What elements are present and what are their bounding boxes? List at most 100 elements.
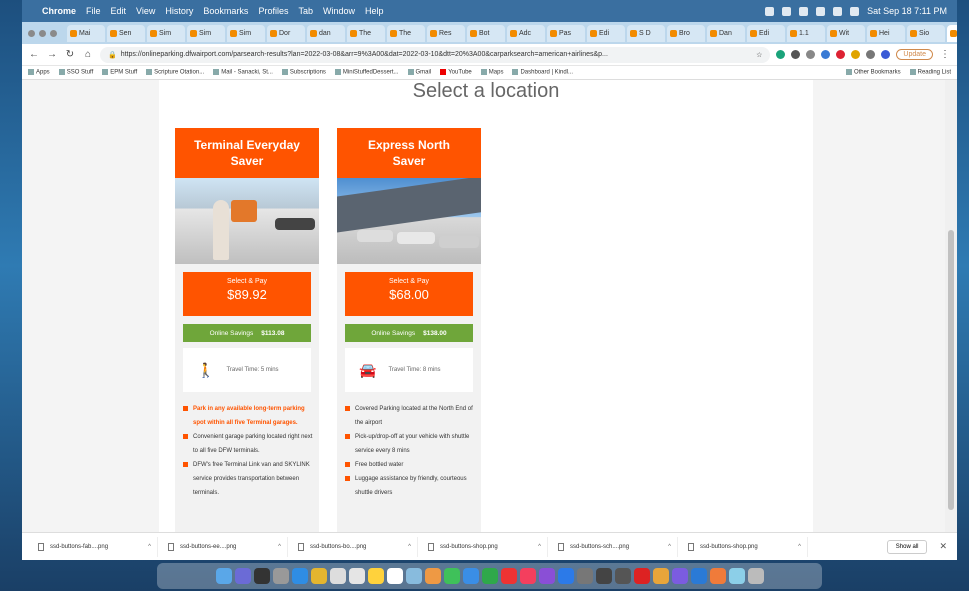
chrome-icon[interactable] <box>310 568 327 584</box>
menubar-item-bookmarks[interactable]: Bookmarks <box>203 6 248 16</box>
menubar-item-file[interactable]: File <box>86 6 101 16</box>
messages-icon[interactable] <box>443 568 460 584</box>
more-menu-icon[interactable]: ⋮ <box>939 49 951 60</box>
app-icon[interactable] <box>652 568 669 584</box>
extension-icon[interactable] <box>836 50 846 59</box>
menubar-item-profiles[interactable]: Profiles <box>258 6 288 16</box>
profile-avatar[interactable] <box>881 50 891 59</box>
chevron-up-icon[interactable]: ^ <box>538 544 541 550</box>
facetime-icon[interactable] <box>481 568 498 584</box>
browser-tab[interactable]: Hei <box>867 24 905 42</box>
reminders-icon[interactable] <box>386 568 403 584</box>
browser-tab[interactable]: Bro <box>667 24 705 42</box>
calendar-icon[interactable] <box>348 568 365 584</box>
app-icon[interactable] <box>671 568 688 584</box>
extension-icon[interactable] <box>821 50 831 59</box>
mission-control-icon[interactable] <box>253 568 270 584</box>
app-icon[interactable] <box>272 568 289 584</box>
browser-tab[interactable]: Edi <box>587 24 625 42</box>
show-all-button[interactable]: Show all <box>886 539 928 554</box>
scrollbar-thumb[interactable] <box>948 230 954 510</box>
browser-tab[interactable]: 1.1 <box>787 24 825 42</box>
status-icon[interactable] <box>782 6 792 16</box>
reload-button[interactable]: ↻ <box>64 49 76 60</box>
extension-icon[interactable] <box>806 50 816 59</box>
browser-tab[interactable]: Dan <box>707 24 745 42</box>
browser-tab[interactable]: The <box>347 24 385 42</box>
menubar-item-help[interactable]: Help <box>365 6 384 16</box>
safari-icon[interactable] <box>291 568 308 584</box>
app-icon[interactable] <box>595 568 612 584</box>
reading-list[interactable]: Reading List <box>909 69 951 76</box>
extension-icon[interactable] <box>776 50 786 59</box>
launchpad-icon[interactable] <box>234 568 251 584</box>
lock-icon[interactable]: 🔒 <box>108 51 117 59</box>
minimize-window-button[interactable] <box>39 29 46 37</box>
browser-tab[interactable]: Mai <box>67 24 105 42</box>
extension-icon[interactable] <box>851 50 861 59</box>
settings-icon[interactable] <box>576 568 593 584</box>
bookmark-item[interactable]: MiniStuffedDessert... <box>334 69 399 76</box>
menubar-item-history[interactable]: History <box>165 6 193 16</box>
browser-tab[interactable]: Edi <box>747 24 785 42</box>
wifi-icon[interactable] <box>816 6 826 16</box>
select-pay-button[interactable]: Select & Pay $89.92 <box>183 272 311 316</box>
browser-tab[interactable]: Bot <box>467 24 505 42</box>
address-bar[interactable]: 🔒 https://onlineparking.dfwairport.com/p… <box>100 46 771 63</box>
trash-icon[interactable] <box>747 568 764 584</box>
menubar-clock[interactable]: Sat Sep 18 7:11 PM <box>867 6 947 16</box>
bookmark-item[interactable]: Scripture Otation... <box>146 69 204 76</box>
spotlight-icon[interactable] <box>850 6 860 16</box>
download-item[interactable]: ssd-buttons-bo....png ^ <box>292 536 418 557</box>
app-icon[interactable] <box>329 568 346 584</box>
photos-icon[interactable] <box>424 568 441 584</box>
battery-icon[interactable] <box>833 6 843 16</box>
browser-tab[interactable]: Sim <box>227 24 265 42</box>
page-scrollbar[interactable] <box>945 80 957 532</box>
browser-tab[interactable]: Pas <box>547 24 585 42</box>
menubar-item-view[interactable]: View <box>136 6 155 16</box>
app-icon[interactable] <box>709 568 726 584</box>
app-icon[interactable] <box>614 568 631 584</box>
acrobat-icon[interactable] <box>633 568 650 584</box>
finder-icon[interactable] <box>215 568 232 584</box>
extension-icon[interactable] <box>791 50 801 59</box>
browser-tab[interactable]: dan <box>307 24 345 42</box>
app-icon[interactable] <box>405 568 422 584</box>
bookmark-item[interactable]: Mail - Sanacki, St... <box>213 69 273 76</box>
menubar-item-edit[interactable]: Edit <box>111 6 127 16</box>
browser-tab[interactable]: The <box>387 24 425 42</box>
browser-tab[interactable]: Sio <box>907 24 945 42</box>
bookmark-item[interactable]: Subscriptions <box>281 69 326 76</box>
bookmark-star-icon[interactable]: ☆ <box>756 51 762 59</box>
browser-tab[interactable]: Sim <box>147 24 185 42</box>
bookmark-item[interactable]: Gmail <box>407 69 431 76</box>
menubar-item-tab[interactable]: Tab <box>298 6 313 16</box>
bookmark-item[interactable]: EPM Stuff <box>102 69 137 76</box>
browser-tab[interactable]: Res <box>427 24 465 42</box>
chevron-up-icon[interactable]: ^ <box>668 544 671 550</box>
chevron-up-icon[interactable]: ^ <box>278 544 281 550</box>
app-icon[interactable] <box>462 568 479 584</box>
browser-tab[interactable]: Sim <box>187 24 225 42</box>
chevron-up-icon[interactable]: ^ <box>408 544 411 550</box>
browser-tab[interactable]: Sen <box>107 24 145 42</box>
browser-tab[interactable]: S D <box>627 24 665 42</box>
bookmark-item[interactable]: SSO Stuff <box>58 69 93 76</box>
browser-tab[interactable]: I K× <box>947 24 957 42</box>
forward-button[interactable]: → <box>46 49 58 60</box>
puzzle-icon[interactable] <box>866 50 876 59</box>
back-button[interactable]: ← <box>28 49 40 60</box>
app-icon[interactable] <box>500 568 517 584</box>
download-item[interactable]: ssd-buttons-fab....png ^ <box>32 536 158 557</box>
download-item[interactable]: ssd-buttons-shop.png ^ <box>422 536 548 557</box>
music-icon[interactable] <box>519 568 536 584</box>
app-icon[interactable] <box>690 568 707 584</box>
download-item[interactable]: ssd-buttons-ee....png ^ <box>162 536 288 557</box>
zoom-window-button[interactable] <box>50 29 57 37</box>
app-store-icon[interactable] <box>557 568 574 584</box>
download-item[interactable]: ssd-buttons-shop.png ^ <box>682 536 808 557</box>
notes-icon[interactable] <box>367 568 384 584</box>
update-button[interactable]: Update <box>896 49 933 60</box>
menubar-app-name[interactable]: Chrome <box>42 6 76 16</box>
